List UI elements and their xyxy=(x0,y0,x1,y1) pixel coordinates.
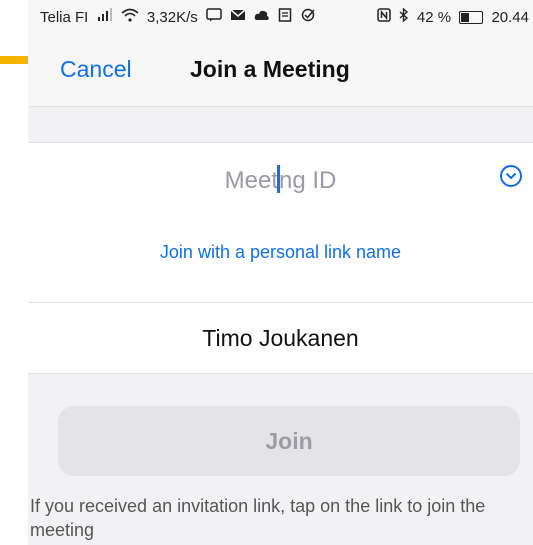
wifi-icon xyxy=(121,8,139,26)
join-with-personal-link-button[interactable]: Join with a personal link name xyxy=(28,242,533,263)
cloud-icon xyxy=(254,8,270,26)
chevron-down-circle-icon[interactable] xyxy=(500,165,522,187)
bluetooth-icon xyxy=(399,7,409,26)
status-bar: Telia FI 3,32K/s 42 % 20.44 xyxy=(28,0,533,34)
battery-icon xyxy=(459,10,484,24)
cancel-button[interactable]: Cancel xyxy=(60,56,132,83)
battery-fill xyxy=(461,12,470,22)
status-bar-right: 42 % 20.44 xyxy=(376,7,533,26)
page-title: Join a Meeting xyxy=(190,56,350,82)
message-icon xyxy=(206,8,222,26)
carrier-label: Telia FI xyxy=(40,8,89,26)
nfc-icon xyxy=(376,8,391,26)
display-name-input[interactable]: Timo Joukanen xyxy=(28,325,533,352)
side-accent-strip xyxy=(0,56,28,64)
status-bar-left: Telia FI 3,32K/s xyxy=(40,8,320,26)
invitation-info-text: If you received an invitation link, tap … xyxy=(30,496,486,540)
meeting-id-placeholder-end: ng ID xyxy=(278,167,337,194)
battery-percent: 42 % xyxy=(416,8,452,26)
personal-link-row: Join with a personal link name xyxy=(28,220,533,302)
signal-bars-icon xyxy=(97,8,113,26)
join-button[interactable]: Join xyxy=(58,406,520,476)
meeting-id-input[interactable]: Meetng ID xyxy=(28,165,533,195)
data-speed-label: 3,32K/s xyxy=(146,8,198,26)
display-name-row: Timo Joukanen xyxy=(28,302,533,374)
phone-screen: Telia FI 3,32K/s 42 % 20.44 Cancel Join … xyxy=(28,0,533,545)
meeting-id-row: Meetng ID xyxy=(28,142,533,221)
meeting-id-placeholder-start: Meet xyxy=(224,167,278,194)
mail-icon xyxy=(230,8,246,26)
clock: 20.44 xyxy=(491,8,529,26)
check-circle-icon xyxy=(301,8,316,26)
document-icon xyxy=(278,8,292,26)
navigation-bar: Cancel Join a Meeting xyxy=(28,34,533,107)
